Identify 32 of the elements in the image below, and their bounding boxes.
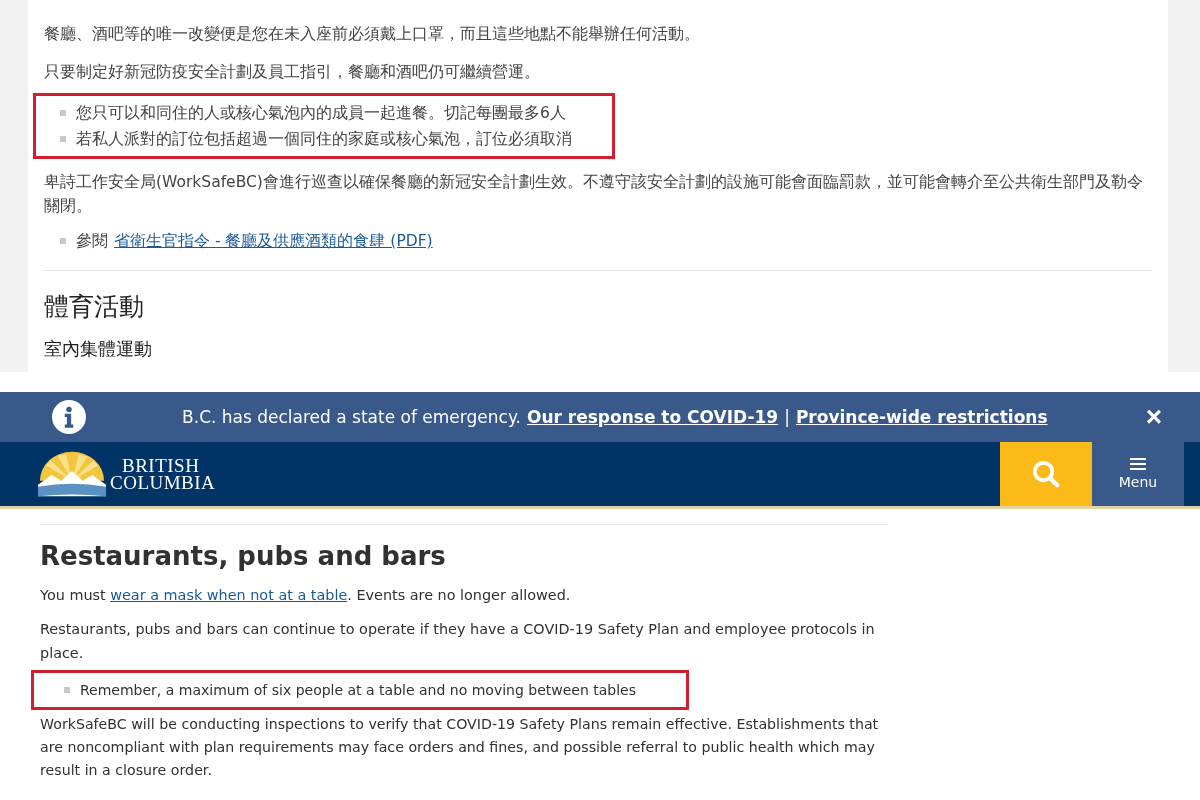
list-item: Remember, a maximum of six people at a table and no moving between tables <box>80 681 636 700</box>
paragraph: 餐廳、酒吧等的唯一改變便是您在未入座前必須戴上口罩，而且這些地點不能舉辦任何活動。 <box>44 24 701 45</box>
section-heading: Restaurants, pubs and bars <box>40 540 447 573</box>
bullet-icon <box>64 687 70 693</box>
search-icon <box>1031 459 1061 489</box>
close-button[interactable]: × <box>1143 403 1164 431</box>
alert-text: B.C. has declared a state of emergency. <box>182 407 521 427</box>
info-icon <box>52 400 86 434</box>
bullet-icon <box>60 238 66 244</box>
bullet-icon <box>60 136 66 142</box>
covid-response-link[interactable]: Our response to COVID-19 <box>526 407 779 427</box>
section-heading: 體育活動 <box>44 291 145 323</box>
paragraph: 卑詩工作安全局(WorkSafeBC)會進行巡查以確保餐廳的新冠安全計劃生效。不遵守該安全計劃的設施可能會面臨罰款，並可能會轉介至公共衛生部門及勒令關閉。 <box>44 172 1144 217</box>
subsection-heading: 室內集體運動 <box>44 337 153 361</box>
menu-button[interactable]: Menu <box>1092 442 1184 506</box>
menu-icon <box>1130 458 1146 470</box>
list-item: 若私人派對的訂位包括超過一個同住的家庭或核心氣泡，訂位必須取消 <box>76 129 572 150</box>
list-item-label: 參閱 <box>76 231 108 252</box>
paragraph: WorkSafeBC will be conducting inspections to verify that COVID-19 Safety Plans remain effective. Establishments that are noncompliant with plan requirements may face orders and fines, and possible referral to public health which may result in a closure order. <box>40 715 880 780</box>
restrictions-link[interactable]: Province-wide restrictions <box>795 407 1048 427</box>
pdf-link[interactable]: 省衛生官指令 - 餐廳及供應酒類的食肆 (PDF) <box>114 229 433 253</box>
bullet-icon <box>60 110 66 116</box>
logo-drawing <box>38 451 106 497</box>
logo-text: BRITISH <box>121 457 201 474</box>
logo-text: COLUMBIA <box>110 474 216 491</box>
paragraph: 只要制定好新冠防疫安全計劃及員工指引，餐廳和酒吧仍可繼續營運。 <box>44 62 541 83</box>
search-button[interactable] <box>1000 442 1092 506</box>
list-item: 您只可以和同住的人或核心氣泡內的成員一起進餐。切記每團最多6人 <box>76 103 566 124</box>
separator: | <box>784 407 790 427</box>
mask-link[interactable]: wear a mask when not at a table <box>110 587 348 603</box>
paragraph: Restaurants, pubs and bars can continue to operate if they have a COVID-19 Safety Plan and employee protocols in place. <box>40 620 876 663</box>
paragraph: You must wear a mask when not at a table. Events are no longer allowed. <box>40 586 572 605</box>
